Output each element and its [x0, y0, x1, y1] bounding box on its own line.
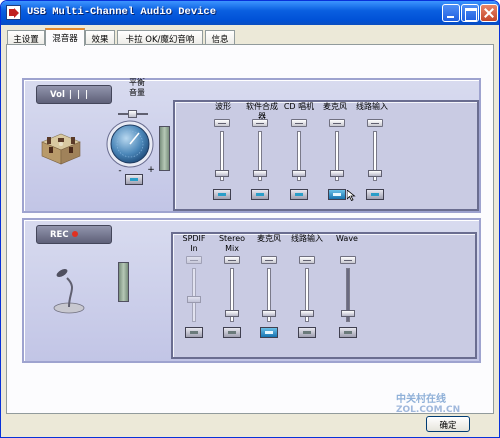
playback-level-meter [159, 126, 170, 171]
mute-synth[interactable] [251, 189, 269, 200]
channel-label-cd: CD 唱机 [283, 102, 315, 111]
volume-badge: Vol | | | [36, 85, 112, 104]
rec-select-linein[interactable] [298, 327, 316, 338]
rec-label-linein: 线路输入 [291, 234, 323, 243]
fader-cap [340, 256, 356, 264]
rec-fader-stereomix[interactable] [223, 256, 241, 324]
rec-label-wave: Wave [336, 234, 358, 243]
volume-bars-icon: | | | [68, 90, 90, 100]
fader-mic[interactable] [328, 119, 346, 183]
fader-track [192, 268, 196, 322]
title-bar[interactable]: USB Multi-Channel Audio Device [1, 1, 499, 25]
rec-fader-wave[interactable] [339, 256, 357, 324]
fader-cap [329, 119, 345, 127]
master-mute-button[interactable] [125, 174, 143, 185]
watermark-line1: 中关村在线 [396, 394, 446, 405]
fader-cap [367, 119, 383, 127]
tab-effects[interactable]: 效果 [85, 30, 115, 45]
playback-channels-panel: 波形 软件合成 器 CD 唱机 麦克风 线路输入 [173, 100, 479, 211]
fader-knob[interactable] [253, 169, 267, 177]
fader-knob[interactable] [215, 169, 229, 177]
balance-label: 平衡 音量 [129, 78, 145, 97]
recording-channels-panel: SPDIF In Stereo Mix 麦克风 线路输入 Wave [171, 232, 477, 359]
tab-karaoke[interactable]: 卡拉 OK/魔幻音响 [117, 30, 203, 45]
rec-fader-spdif[interactable] [185, 256, 203, 324]
fader-cap [214, 119, 230, 127]
volume-badge-label: Vol [50, 90, 65, 100]
speaker-room-icon [41, 133, 81, 165]
mute-cd[interactable] [290, 189, 308, 200]
fader-cap [299, 256, 315, 264]
fader-wave[interactable] [213, 119, 231, 183]
volume-knob[interactable] [106, 120, 154, 168]
fader-cap [291, 119, 307, 127]
close-button[interactable] [480, 4, 498, 22]
watermark: 中关村在线 ZOL.COM.CN [396, 394, 460, 416]
fader-cap [261, 256, 277, 264]
balance-thumb[interactable] [128, 110, 137, 118]
recording-level-meter [118, 262, 129, 302]
channel-label-mic: 麦克风 [323, 102, 347, 111]
rec-select-stereomix[interactable] [223, 327, 241, 338]
mute-linein[interactable] [366, 189, 384, 200]
rec-select-spdif[interactable] [185, 327, 203, 338]
fader-knob[interactable] [341, 310, 355, 318]
rec-label-spdif: SPDIF In [182, 234, 206, 253]
minimize-button[interactable] [442, 4, 460, 22]
fader-knob[interactable] [330, 169, 344, 177]
window-title: USB Multi-Channel Audio Device [27, 6, 217, 18]
fader-knob[interactable] [300, 310, 314, 318]
tab-main-settings[interactable]: 主设置 [7, 30, 45, 45]
rec-label-mic: 麦克风 [257, 234, 281, 243]
ok-button[interactable]: 确定 [426, 416, 470, 432]
microphone-icon [53, 269, 85, 314]
record-dot-icon [71, 231, 78, 237]
balance-slider[interactable] [118, 110, 148, 118]
channel-label-linein: 线路输入 [356, 102, 388, 111]
fader-cap [186, 256, 202, 264]
playback-group: Vol | | | 平衡 音量 - + 波形 软件合成 器 CD 唱机 麦克风 … [22, 78, 481, 213]
knob-plus-label: + [147, 165, 155, 175]
rec-select-wave[interactable] [339, 327, 357, 338]
rec-fader-linein[interactable] [298, 256, 316, 324]
fader-knob[interactable] [368, 169, 382, 177]
mute-mic[interactable] [328, 189, 346, 200]
maximize-button[interactable] [461, 4, 479, 22]
tab-info[interactable]: 信息 [205, 30, 235, 45]
rec-badge-label: REC [50, 230, 69, 240]
fader-linein[interactable] [366, 119, 384, 183]
rec-select-mic[interactable] [260, 327, 278, 338]
rec-badge: REC [36, 225, 112, 244]
rec-fader-mic[interactable] [260, 256, 278, 324]
fader-cd[interactable] [290, 119, 308, 183]
recording-group: REC SPDIF In Stereo Mix 麦克风 线路输入 Wave [22, 218, 481, 363]
fader-synth[interactable] [251, 119, 269, 183]
mute-wave[interactable] [213, 189, 231, 200]
tab-mixer[interactable]: 混音器 [45, 28, 85, 46]
channel-label-wave: 波形 [215, 102, 231, 111]
dialog-footer [1, 414, 499, 437]
mixer-tab-panel: Vol | | | 平衡 音量 - + 波形 软件合成 器 CD 唱机 麦克风 … [6, 44, 494, 414]
mixer-window: USB Multi-Channel Audio Device 主设置 混音器 效… [0, 0, 500, 438]
fader-knob[interactable] [225, 310, 239, 318]
mouse-cursor-icon [347, 190, 356, 201]
knob-minus-label: - [118, 166, 122, 176]
fader-knob[interactable] [292, 169, 306, 177]
fader-knob[interactable] [262, 310, 276, 318]
fader-cap [224, 256, 240, 264]
app-icon [6, 5, 21, 20]
rec-label-stereomix: Stereo Mix [218, 234, 246, 253]
fader-knob[interactable] [187, 296, 201, 304]
fader-cap [252, 119, 268, 127]
